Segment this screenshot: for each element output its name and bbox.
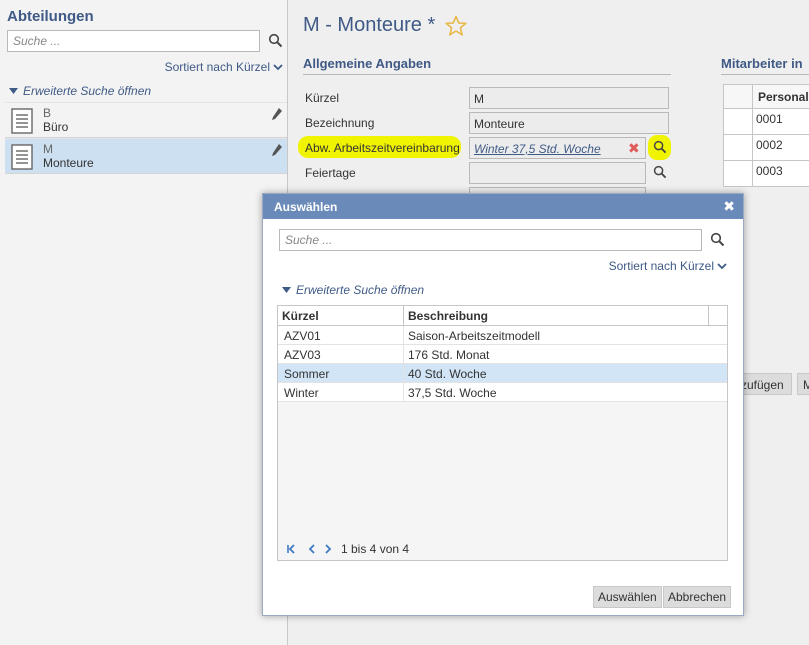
column-header-beschreibung[interactable]: Beschreibung <box>408 309 488 323</box>
list-item-department-b[interactable]: B Büro <box>5 102 287 138</box>
arbeitszeit-field[interactable]: Winter 37,5 Std. Woche <box>469 137 646 159</box>
star-favorite-icon[interactable] <box>445 15 467 37</box>
dialog-header[interactable]: Auswählen ✖ <box>263 194 743 219</box>
pencil-icon[interactable] <box>271 107 283 121</box>
next-page-icon[interactable] <box>324 544 332 554</box>
bezeichnung-label: Bezeichnung <box>305 116 375 130</box>
dialog-search-icon[interactable] <box>710 232 725 247</box>
department-code: M <box>43 142 53 156</box>
row-description: 37,5 Std. Woche <box>408 386 497 400</box>
close-icon[interactable]: ✖ <box>723 199 735 213</box>
column-header-kuerzel[interactable]: Kürzel <box>282 309 319 323</box>
caret-down-icon <box>282 287 291 293</box>
clear-icon[interactable]: ✖ <box>628 141 640 155</box>
department-name: Monteure <box>43 156 94 170</box>
feiertage-field[interactable] <box>469 162 646 184</box>
employee-table: Personal 0001 0002 0003 <box>723 84 809 187</box>
row-code: Winter <box>284 386 319 400</box>
sidebar-title: Abteilungen <box>7 8 94 25</box>
section-divider <box>303 74 671 75</box>
sidebar-search-icon[interactable] <box>268 33 283 48</box>
cancel-button[interactable]: Abbrechen <box>663 586 732 608</box>
row-description: Saison-Arbeitszeitmodell <box>408 329 541 343</box>
employee-number: 0003 <box>756 164 783 178</box>
dialog-title: Auswählen <box>274 200 338 214</box>
employee-number: 0001 <box>756 112 783 126</box>
list-item-department-m[interactable]: M Monteure <box>5 138 287 174</box>
column-separator <box>403 364 404 383</box>
sidebar-advanced-search-toggle[interactable]: Erweiterte Suche öffnen <box>9 84 151 98</box>
column-separator <box>403 345 404 364</box>
kuerzel-field[interactable]: M <box>469 87 669 109</box>
grid-rows: AZV01 Saison-Arbeitszeitmodell AZV03 176… <box>278 326 727 402</box>
previous-page-icon[interactable] <box>308 544 316 554</box>
first-page-icon[interactable] <box>286 544 296 554</box>
document-icon <box>11 108 33 134</box>
column-separator <box>403 326 404 345</box>
document-icon <box>11 144 33 170</box>
grid-header: Kürzel Beschreibung <box>278 306 727 326</box>
sidebar-sort-dropdown[interactable]: Sortiert nach Kürzel <box>165 60 283 74</box>
table-row-selected[interactable]: Sommer 40 Std. Woche <box>278 364 727 383</box>
column-separator <box>752 135 753 160</box>
employee-number: 0002 <box>756 138 783 152</box>
record-title: M - Monteure * <box>303 14 467 37</box>
section-title-employees: Mitarbeiter in <box>721 56 803 71</box>
section-divider <box>721 74 809 75</box>
feiertage-lookup-icon[interactable] <box>653 165 667 179</box>
caret-down-icon <box>9 88 18 94</box>
more-button[interactable]: M <box>797 373 809 395</box>
department-name: Büro <box>43 120 69 134</box>
select-dialog: Auswählen ✖ Sortiert nach Kürzel Erweite… <box>262 193 744 616</box>
column-separator <box>403 383 404 402</box>
dialog-sort-label: Sortiert nach Kürzel <box>608 259 714 273</box>
dialog-sort-dropdown[interactable]: Sortiert nach Kürzel <box>609 259 727 273</box>
row-description: 176 Std. Monat <box>408 348 490 362</box>
table-row[interactable]: AZV01 Saison-Arbeitszeitmodell <box>278 326 727 345</box>
employee-table-header: Personal <box>723 84 809 109</box>
column-separator <box>403 306 404 326</box>
dialog-advanced-search-label: Erweiterte Suche öffnen <box>296 283 425 297</box>
sidebar-advanced-search-label: Erweiterte Suche öffnen <box>23 84 152 98</box>
sidebar-sort-label: Sortiert nach Kürzel <box>164 60 270 74</box>
sidebar-search-input[interactable] <box>7 30 260 52</box>
table-row[interactable]: 0003 <box>723 161 809 187</box>
column-separator <box>752 161 753 186</box>
record-title-text: M - Monteure * <box>303 14 436 36</box>
column-separator <box>752 85 753 109</box>
kuerzel-label: Kürzel <box>305 91 340 105</box>
selection-grid: Kürzel Beschreibung AZV01 Saison-Arbeits… <box>277 305 728 561</box>
arbeitszeit-label: Abw. Arbeitszeitvereinbarung <box>305 141 460 155</box>
dialog-advanced-search-toggle[interactable]: Erweiterte Suche öffnen <box>282 283 424 297</box>
column-header-personal[interactable]: Personal <box>758 90 809 104</box>
table-row[interactable]: 0001 <box>723 109 809 135</box>
pager-status: 1 bis 4 von 4 <box>341 542 410 556</box>
section-title-general: Allgemeine Angaben <box>303 56 432 71</box>
department-list: B Büro M Monteure <box>5 102 287 174</box>
chevron-down-icon <box>717 262 727 270</box>
row-code: AZV01 <box>284 329 321 343</box>
row-description: 40 Std. Woche <box>408 367 487 381</box>
select-button[interactable]: Auswählen <box>593 586 662 608</box>
department-code: B <box>43 106 52 120</box>
chevron-down-icon <box>273 63 283 71</box>
grid-pager: 1 bis 4 von 4 <box>278 538 727 560</box>
table-row[interactable]: Winter 37,5 Std. Woche <box>278 383 727 402</box>
dialog-search-input[interactable] <box>279 229 702 251</box>
row-code: Sommer <box>284 367 330 381</box>
feiertage-label: Feiertage <box>305 166 356 180</box>
row-code: AZV03 <box>284 348 321 362</box>
table-row[interactable]: 0002 <box>723 135 809 161</box>
pencil-icon[interactable] <box>271 143 283 157</box>
table-row[interactable]: AZV03 176 Std. Monat <box>278 345 727 364</box>
column-separator <box>708 306 709 326</box>
bezeichnung-field[interactable]: Monteure <box>469 112 669 134</box>
sidebar: Abteilungen Sortiert nach Kürzel Erweite… <box>0 0 288 645</box>
arbeitszeit-lookup-icon[interactable] <box>653 140 667 154</box>
column-separator <box>752 109 753 134</box>
